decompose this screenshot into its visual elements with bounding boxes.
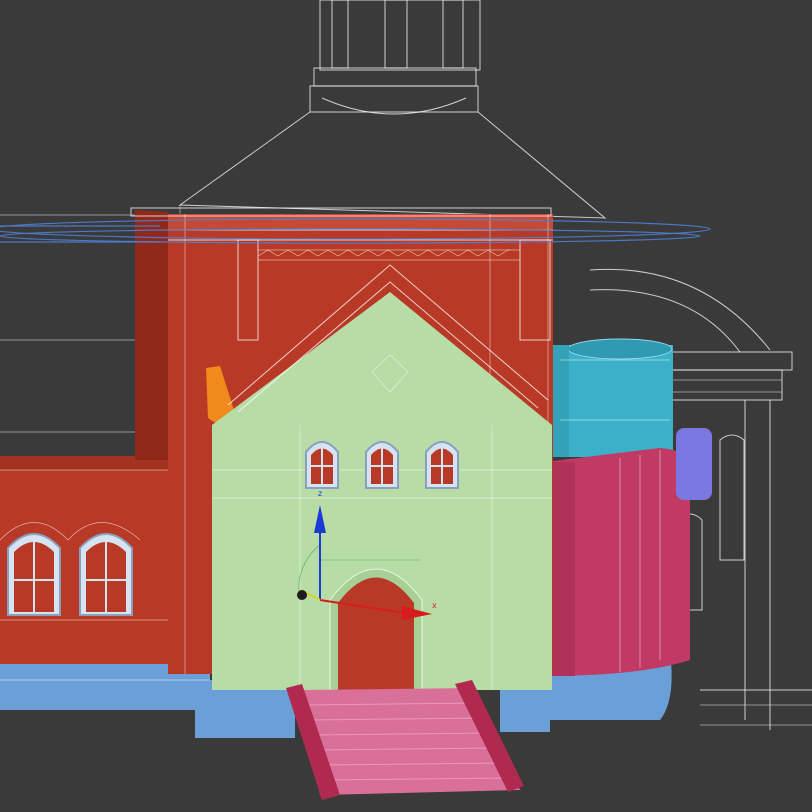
gizmo-x-label: x <box>432 601 437 610</box>
gizmo-z-label: z <box>318 489 322 498</box>
left-wire-guides <box>0 214 135 433</box>
main-doorway[interactable] <box>329 568 423 691</box>
gizmo-pivot[interactable] <box>297 590 307 600</box>
bell-tower-wireframe <box>178 0 607 219</box>
facade-window <box>365 441 399 489</box>
facade-window <box>305 441 339 489</box>
front-staircase[interactable] <box>286 680 524 800</box>
arched-window <box>7 533 61 616</box>
violet-element[interactable] <box>676 428 712 500</box>
arched-window <box>79 533 133 616</box>
cyan-round-tower[interactable] <box>545 338 673 457</box>
3d-viewport[interactable]: z x <box>0 0 812 812</box>
scene-canvas[interactable]: z x <box>0 0 812 812</box>
magenta-apse-block[interactable] <box>545 428 712 676</box>
facade-window <box>425 441 459 489</box>
